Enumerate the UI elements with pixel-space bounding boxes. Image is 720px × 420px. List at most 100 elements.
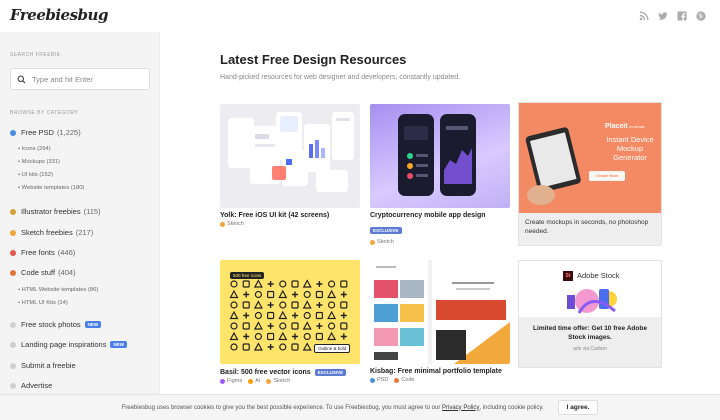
icon-sample	[243, 333, 250, 340]
category-dot	[10, 362, 16, 369]
promo-text[interactable]: Create mockups in seconds, no photoshop …	[519, 213, 661, 242]
card-title[interactable]: Cryptocurrency mobile app design	[370, 212, 510, 219]
category-section-title: BROWSE BY CATEGORY	[10, 110, 79, 116]
ad-text[interactable]: Limited time offer: Get 10 free Adobe St…	[519, 317, 661, 342]
rss-icon[interactable]	[639, 11, 649, 21]
tag-sketch[interactable]: Sketch	[220, 221, 244, 227]
icon-sample	[340, 312, 347, 319]
icon-sample	[229, 289, 239, 299]
icon-sample	[340, 301, 348, 309]
code-icon	[394, 377, 400, 383]
icon-sample	[327, 331, 337, 341]
icon-sample	[230, 322, 238, 330]
tag-sketch[interactable]: Sketch	[266, 378, 290, 384]
category-free-fonts[interactable]: Free fonts (446)	[10, 248, 75, 257]
social-links	[639, 11, 706, 21]
icon-sample	[243, 312, 250, 319]
category-code-stuff[interactable]: Code stuff (404)	[10, 268, 76, 277]
tag-code[interactable]: Code	[394, 377, 414, 383]
card-thumbnail[interactable]	[370, 104, 510, 208]
page: Freebiesbug SEARCH FREEBIE BROWSE BY CAT…	[0, 0, 720, 420]
search-input[interactable]	[32, 74, 142, 84]
agree-button[interactable]: I agree.	[557, 400, 599, 415]
sketch-icon	[370, 239, 375, 245]
icon-sample	[327, 310, 337, 320]
icon-sample	[253, 321, 263, 330]
icon-sample	[316, 323, 323, 329]
category-sketch-freebies[interactable]: Sketch freebies (217)	[10, 228, 93, 237]
promo-card-placeit[interactable]: Placeit by envato Instant Device Mockup …	[518, 102, 662, 246]
header: Freebiesbug	[0, 0, 720, 32]
site-logo[interactable]: Freebiesbug	[10, 6, 108, 24]
thumb-label-bottom: Outline & bold	[314, 344, 351, 353]
category-count: (115)	[83, 207, 101, 216]
category-count: (446)	[57, 248, 76, 257]
icon-sample	[253, 279, 263, 288]
card-title[interactable]: Basil: 500 free vector icons	[220, 369, 311, 376]
promo-cta-button[interactable]: Create Now	[589, 173, 625, 178]
twitter-icon[interactable]	[658, 11, 668, 21]
category-dot	[10, 382, 16, 389]
card-title[interactable]: Kisbag: Free minimal portfolio template	[370, 368, 510, 375]
card-thumbnail[interactable]	[220, 104, 360, 208]
category-label: Free fonts	[21, 248, 55, 257]
icon-sample	[242, 322, 250, 330]
icon-sample	[316, 281, 323, 287]
icon-sample	[315, 332, 324, 341]
search-box[interactable]	[10, 68, 150, 90]
category-label: Sketch freebies	[21, 228, 73, 237]
new-badge: NEW	[84, 321, 102, 328]
category-free-stock-photos[interactable]: Free stock photos NEW	[10, 320, 102, 329]
subcategory-mockups[interactable]: • Mockups (331)	[18, 159, 60, 165]
resource-card-yolk[interactable]: Yolk: Free iOS UI kit (42 screens) Sketc…	[220, 104, 360, 227]
card-thumbnail[interactable]	[370, 260, 510, 364]
icon-sample	[303, 290, 311, 299]
icon-sample	[267, 281, 274, 287]
category-label: Free PSD	[21, 128, 54, 137]
promo-thumbnail[interactable]: Placeit by envato Instant Device Mockup …	[519, 103, 661, 213]
submit-freebie-link[interactable]: Submit a freebie	[10, 361, 76, 370]
ad-card-adobe-stock[interactable]: St Adobe Stock Limited time offer: Get 1…	[518, 260, 662, 368]
advertise-link[interactable]: Advertise	[10, 381, 52, 390]
resource-card-crypto[interactable]: Cryptocurrency mobile app design EXCLUSI…	[370, 104, 510, 245]
icon-sample	[267, 323, 274, 329]
subcategory-ui-kits[interactable]: • UI kits (152)	[18, 172, 53, 178]
resource-card-basil[interactable]: 500 free icons Outline & bold Basil: 500…	[220, 260, 360, 384]
icon-sample	[327, 322, 336, 330]
icon-sample	[230, 280, 238, 288]
privacy-policy-link[interactable]: Privacy Policy	[442, 405, 479, 411]
page-subtitle: Hand-picked resources for web designer a…	[220, 74, 461, 81]
subcategory-website-templates[interactable]: • Website templates (180)	[18, 185, 84, 191]
icon-sample	[230, 343, 238, 351]
icon-sample	[291, 343, 299, 351]
tag-sketch[interactable]: Sketch	[370, 239, 394, 245]
tag-ai[interactable]: AI	[248, 378, 260, 384]
icon-sample	[279, 343, 287, 351]
icon-sample	[340, 333, 347, 340]
subcategory-html-ui-kits[interactable]: • HTML UI Kits (14)	[18, 300, 68, 306]
subcategory-icons[interactable]: • Icons (294)	[18, 146, 51, 152]
tag-psd[interactable]: PSD	[370, 377, 388, 383]
ad-note[interactable]: ads via Carbon	[519, 346, 661, 352]
pinterest-icon[interactable]	[696, 11, 706, 21]
icon-sample	[229, 331, 239, 341]
icon-sample	[291, 280, 299, 288]
icon-sample	[242, 301, 250, 309]
subcategory-html-website-templates[interactable]: • HTML Website templates (86)	[18, 287, 98, 293]
card-thumbnail[interactable]: 500 free icons Outline & bold	[220, 260, 360, 364]
category-illustrator-freebies[interactable]: Illustrator freebies (115)	[10, 207, 101, 216]
category-count: (404)	[58, 268, 76, 277]
icon-sample	[302, 342, 312, 351]
category-landing-page-inspirations[interactable]: Landing page inspirations NEW	[10, 340, 127, 349]
search-section-title: SEARCH FREEBIE	[10, 52, 61, 58]
facebook-icon[interactable]	[677, 11, 687, 21]
icon-sample	[302, 279, 312, 288]
tag-figma[interactable]: Figma	[220, 378, 242, 384]
category-free-psd[interactable]: Free PSD (1,225)	[10, 128, 81, 137]
card-title[interactable]: Yolk: Free iOS UI kit (42 screens)	[220, 212, 360, 219]
cookie-text: Freebiesbug uses browser cookies to give…	[121, 404, 441, 411]
ad-thumbnail[interactable]: St Adobe Stock	[519, 261, 661, 317]
resource-card-kisbag[interactable]: Kisbag: Free minimal portfolio template …	[370, 260, 510, 383]
icon-sample	[266, 332, 275, 341]
sketch-icon	[220, 221, 225, 227]
